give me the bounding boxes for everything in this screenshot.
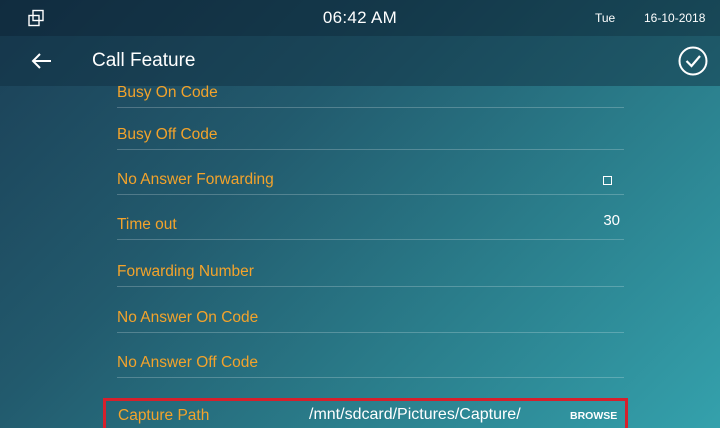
setting-label: Time out — [117, 216, 177, 233]
capture-path-value: /mnt/sdcard/Pictures/Capture/ — [309, 406, 521, 423]
no-answer-forwarding-checkbox[interactable] — [603, 176, 612, 185]
status-bar: 06:42 AM Tue 16-10-2018 — [0, 0, 720, 36]
settings-list: Busy On Code Busy Off Code No Answer For… — [0, 84, 720, 428]
call-feature-screen: 06:42 AM Tue 16-10-2018 Call Feature Bus… — [0, 0, 720, 428]
setting-label: Busy On Code — [117, 84, 218, 101]
weekday: Tue — [595, 11, 616, 25]
setting-busy-on-code[interactable]: Busy On Code — [117, 78, 624, 108]
setting-busy-off-code[interactable]: Busy Off Code — [117, 120, 624, 150]
setting-label: Capture Path — [118, 407, 210, 424]
page-title: Call Feature — [92, 50, 196, 71]
setting-label: Busy Off Code — [117, 126, 218, 143]
setting-no-answer-off-code[interactable]: No Answer Off Code — [117, 348, 624, 378]
setting-capture-path[interactable]: Capture Path /mnt/sdcard/Pictures/Captur… — [103, 398, 628, 428]
setting-no-answer-forwarding[interactable]: No Answer Forwarding — [117, 165, 624, 195]
setting-label: No Answer Off Code — [117, 354, 259, 371]
date: 16-10-2018 — [644, 11, 706, 25]
setting-label: No Answer Forwarding — [117, 171, 274, 188]
arrow-left-icon[interactable] — [30, 49, 54, 73]
setting-label: Forwarding Number — [117, 263, 254, 280]
setting-forwarding-number[interactable]: Forwarding Number — [117, 257, 624, 287]
setting-label: No Answer On Code — [117, 309, 259, 326]
setting-no-answer-on-code[interactable]: No Answer On Code — [117, 303, 624, 333]
check-circle-icon[interactable] — [677, 45, 709, 77]
setting-time-out[interactable]: Time out 30 — [117, 210, 624, 240]
time-out-value[interactable]: 30 — [603, 212, 620, 229]
browse-button[interactable]: BROWSE — [570, 410, 617, 422]
